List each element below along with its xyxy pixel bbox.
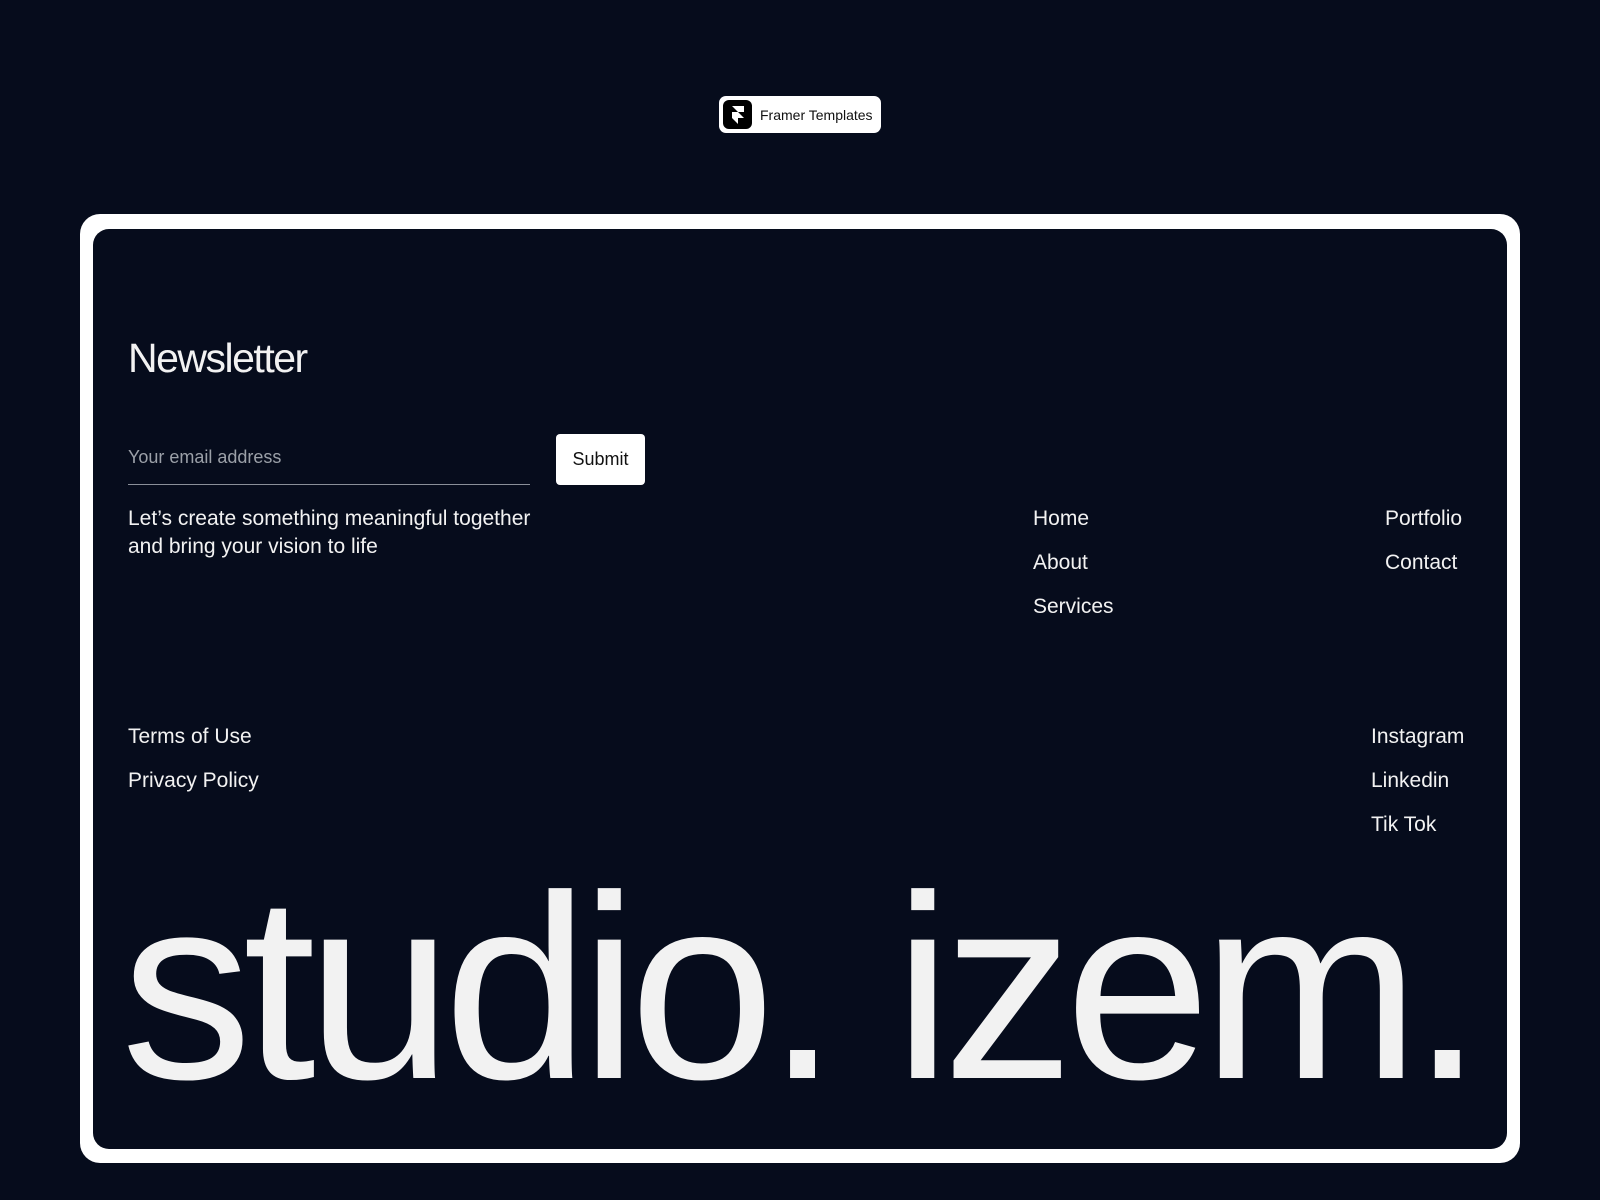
terms-of-use-link[interactable]: Terms of Use — [128, 725, 259, 749]
badge-label: Framer Templates — [760, 106, 873, 123]
social-links: Instagram Linkedin Tik Tok — [1371, 725, 1464, 857]
nav-link-contact[interactable]: Contact — [1385, 551, 1462, 575]
framer-logo-icon — [723, 100, 752, 129]
privacy-policy-link[interactable]: Privacy Policy — [128, 769, 259, 793]
nav-link-services[interactable]: Services — [1033, 595, 1114, 619]
linkedin-link[interactable]: Linkedin — [1371, 769, 1464, 793]
nav-link-portfolio[interactable]: Portfolio — [1385, 507, 1462, 531]
nav-link-about[interactable]: About — [1033, 551, 1114, 575]
framer-templates-badge[interactable]: Framer Templates — [719, 96, 881, 133]
nav-link-home[interactable]: Home — [1033, 507, 1114, 531]
instagram-link[interactable]: Instagram — [1371, 725, 1464, 749]
email-field[interactable] — [128, 441, 528, 473]
footer-card: Newsletter Submit Let’s create something… — [93, 229, 1507, 1149]
brand-wordmark: studio. izem. — [121, 841, 1484, 1134]
secondary-nav: Portfolio Contact — [1385, 507, 1462, 595]
email-field-wrapper — [128, 429, 530, 485]
newsletter-title: Newsletter — [128, 335, 308, 381]
primary-nav: Home About Services — [1033, 507, 1114, 639]
tagline-text: Let’s create something meaningful togeth… — [128, 507, 531, 558]
tiktok-link[interactable]: Tik Tok — [1371, 813, 1464, 837]
legal-links: Terms of Use Privacy Policy — [128, 725, 259, 813]
submit-button[interactable]: Submit — [556, 434, 645, 485]
